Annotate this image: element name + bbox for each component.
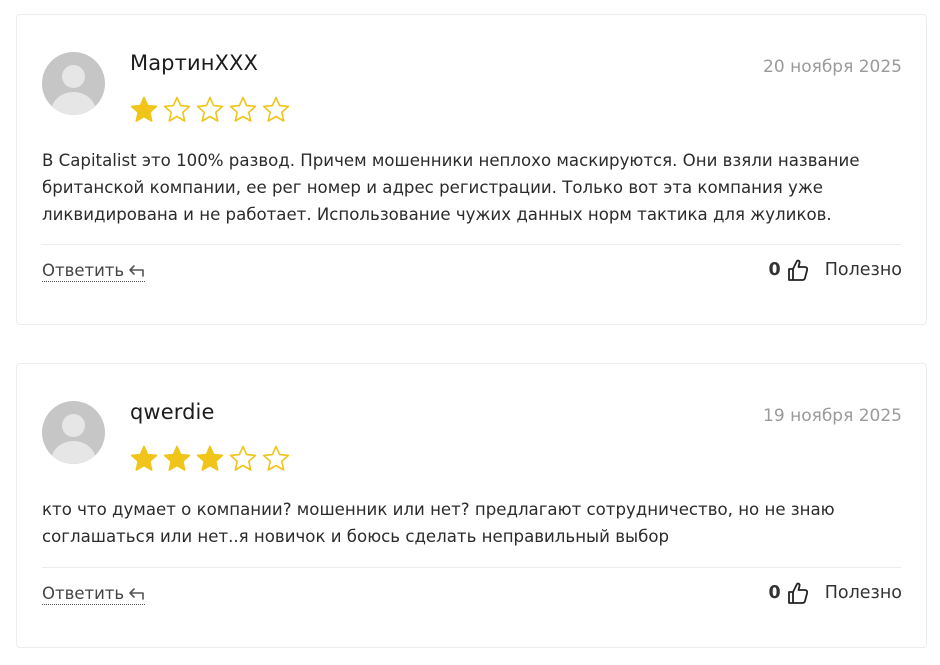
user-avatar-icon [42,52,105,115]
star-filled-icon [130,96,158,122]
review-author: МартинXXX [130,51,258,75]
review-text: В Capitalist это 100% развод. Причем мош… [42,151,860,224]
helpful-button[interactable]: 0 Полезно [769,581,902,605]
helpful-count: 0 [768,260,781,280]
user-avatar-icon [42,401,105,464]
review-card: qwerdie 19 ноября 2025 кто что думает о … [16,363,927,648]
reply-button[interactable]: Ответить [42,584,146,605]
review-date: 20 ноября 2025 [763,57,902,77]
review-text: кто что думает о компании? мошенник или … [42,500,835,546]
review-card: МартинXXX 20 ноября 2025 В Capitalist эт… [16,14,927,325]
thumbs-up-icon [787,259,808,281]
thumbs-up-icon [787,582,808,604]
helpful-count: 0 [768,583,781,603]
divider [42,567,901,568]
star-empty-icon [229,445,257,471]
helpful-label: Полезно [824,260,902,280]
review-author: qwerdie [130,400,215,424]
reply-button[interactable]: Ответить [42,261,146,282]
star-filled-icon [130,445,158,471]
divider [42,244,901,245]
helpful-label: Полезно [824,583,902,603]
rating-stars [129,444,291,474]
star-empty-icon [196,96,224,122]
helpful-button[interactable]: 0 Полезно [769,258,902,282]
star-empty-icon [262,445,290,471]
reply-arrow-icon [129,264,144,277]
star-empty-icon [229,96,257,122]
star-filled-icon [196,445,224,471]
reply-label: Ответить [42,584,125,603]
reply-arrow-icon [129,587,144,600]
review-date: 19 ноября 2025 [763,406,902,426]
star-filled-icon [163,445,191,471]
star-empty-icon [163,96,191,122]
rating-stars [129,95,291,125]
star-empty-icon [262,96,290,122]
reply-label: Ответить [42,261,125,280]
